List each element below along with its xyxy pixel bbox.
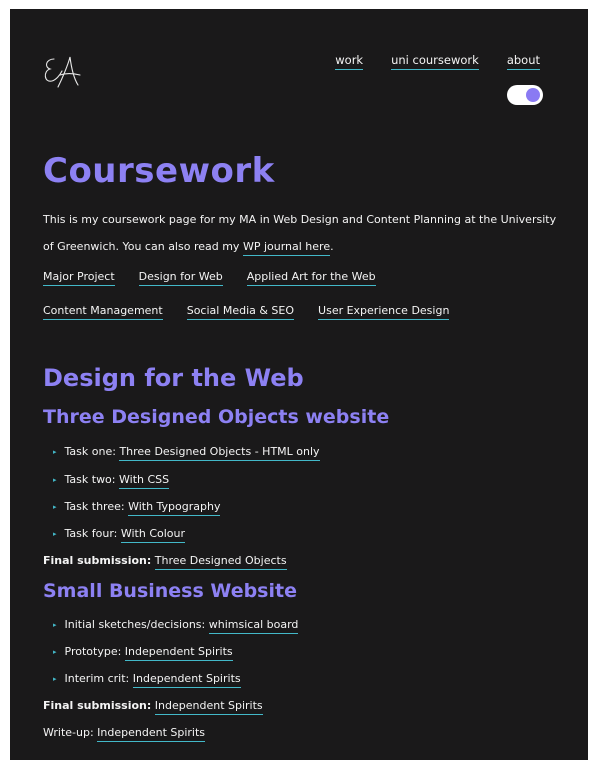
course-link-ux-design[interactable]: User Experience Design (318, 304, 450, 320)
section-title: Design for the Web (43, 364, 304, 392)
list-item: ▸ Interim crit: Independent Spirits (53, 672, 241, 688)
task-label: Prototype: (64, 645, 125, 658)
task-label: Interim crit: (64, 672, 133, 685)
task-label: Initial sketches/decisions: (64, 618, 209, 631)
triangle-bullet-icon: ▸ (53, 648, 57, 656)
list-item: ▸ Task three: With Typography (53, 500, 221, 516)
writeup-link[interactable]: Independent Spirits (97, 726, 206, 742)
page-frame: work uni coursework about Coursework Thi… (10, 9, 588, 760)
task-label: Task two: (64, 473, 119, 486)
course-links-row-1: Major Project Design for Web Applied Art… (43, 270, 376, 286)
theme-toggle[interactable] (507, 85, 543, 105)
list-item: ▸ Task two: With CSS (53, 473, 170, 489)
triangle-bullet-icon: ▸ (53, 675, 57, 683)
triangle-bullet-icon: ▸ (53, 503, 57, 511)
triangle-bullet-icon: ▸ (53, 621, 57, 629)
list-item: ▸ Initial sketches/decisions: whimsical b… (53, 618, 299, 634)
final-submission-line: Final submission: Independent Spirits (43, 699, 263, 715)
task-label: Task one: (64, 445, 120, 458)
course-link-applied-art[interactable]: Applied Art for the Web (246, 270, 376, 286)
list-item: ▸ Task one: Three Designed Objects - HTML… (53, 445, 320, 461)
course-link-design-for-web[interactable]: Design for Web (138, 270, 223, 286)
task-link[interactable]: Independent Spirits (124, 645, 233, 661)
final-submission-link[interactable]: Independent Spirits (154, 699, 263, 715)
task-link[interactable]: With CSS (119, 473, 170, 489)
list-item: ▸ Task four: With Colour (53, 527, 186, 543)
course-link-social-media-seo[interactable]: Social Media & SEO (186, 304, 295, 320)
task-link[interactable]: Independent Spirits (132, 672, 241, 688)
triangle-bullet-icon: ▸ (53, 530, 57, 538)
final-submission-link[interactable]: Three Designed Objects (154, 554, 287, 570)
subsection-title-three-objects: Three Designed Objects website (43, 406, 390, 428)
task-label: Task four: (64, 527, 121, 540)
writeup-label: Write-up: (43, 726, 98, 739)
final-submission-line: Final submission: Three Designed Objects (43, 554, 287, 570)
page-title: Coursework (43, 151, 275, 191)
subsection-title-small-business: Small Business Website (43, 580, 297, 602)
nav-link-uni-coursework[interactable]: uni coursework (391, 53, 479, 70)
wp-journal-link[interactable]: WP journal here (242, 240, 331, 256)
nav-link-about[interactable]: about (506, 53, 540, 70)
final-submission-label: Final submission: (43, 554, 152, 567)
task-link[interactable]: Three Designed Objects - HTML only (119, 445, 320, 461)
course-links-row-2: Content Management Social Media & SEO Us… (43, 304, 450, 320)
intro-paragraph: This is my coursework page for my MA in … (43, 206, 568, 260)
course-link-major-project[interactable]: Major Project (43, 270, 115, 286)
triangle-bullet-icon: ▸ (53, 476, 57, 484)
final-submission-label: Final submission: (43, 699, 152, 712)
intro-end: . (330, 240, 334, 253)
task-link[interactable]: With Colour (120, 527, 186, 543)
course-link-content-management[interactable]: Content Management (43, 304, 163, 320)
main-nav: work uni coursework about (335, 53, 540, 70)
list-item: ▸ Prototype: Independent Spirits (53, 645, 233, 661)
triangle-bullet-icon: ▸ (53, 448, 57, 456)
writeup-line: Write-up: Independent Spirits (43, 726, 206, 742)
task-link[interactable]: whimsical board (208, 618, 299, 634)
toggle-knob (526, 88, 540, 102)
nav-link-work[interactable]: work (335, 53, 364, 70)
signature-logo-icon[interactable] (40, 53, 84, 93)
task-link[interactable]: With Typography (128, 500, 221, 516)
task-label: Task three: (64, 500, 129, 513)
